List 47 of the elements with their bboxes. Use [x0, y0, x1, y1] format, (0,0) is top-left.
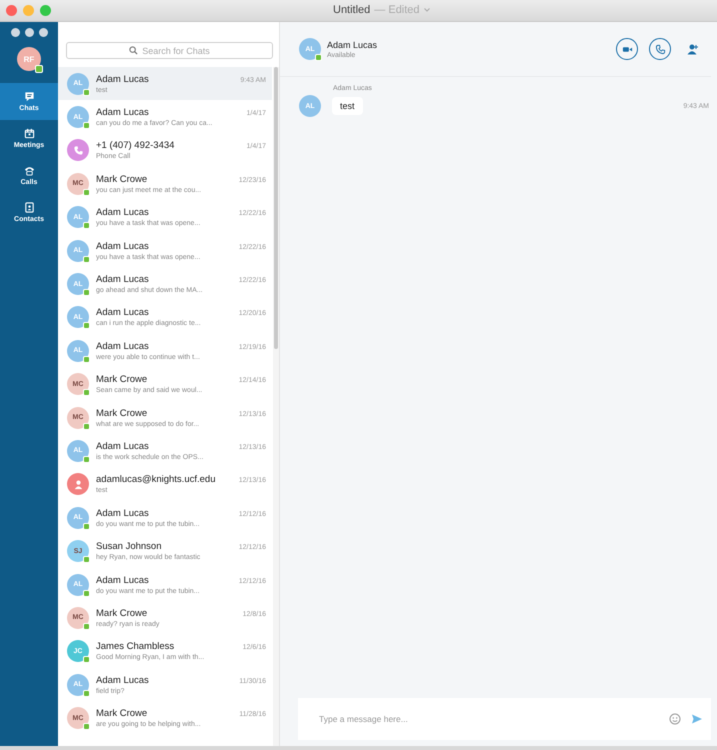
close-window-button[interactable]	[6, 5, 17, 16]
contact-name: Mark Crowe	[96, 174, 148, 185]
contact-name: James Chambless	[96, 641, 174, 652]
contact-name: Adam Lucas	[96, 307, 149, 318]
contact-name: Adam Lucas	[96, 508, 149, 519]
phone-icon	[654, 44, 666, 54]
phone-icon	[72, 144, 84, 156]
document-status: — Edited	[374, 4, 420, 16]
emoji-button[interactable]	[669, 713, 681, 725]
person-icon	[72, 478, 84, 490]
contact-name: Mark Crowe	[96, 608, 148, 619]
calendar-icon	[24, 128, 34, 139]
menu-dot[interactable]	[24, 28, 34, 37]
message-bubble: test	[332, 97, 363, 115]
search-icon	[129, 46, 138, 55]
contact-name: Adam Lucas	[96, 574, 149, 586]
menu-dot[interactable]	[10, 28, 20, 37]
contact-name: Mark Crowe	[96, 708, 148, 720]
contact-name: Adam Lucas	[96, 274, 149, 286]
contact-name: Mark Crowe	[96, 408, 148, 419]
contact-card-icon	[24, 202, 34, 213]
send-icon	[691, 713, 703, 725]
caret-icon[interactable]	[424, 8, 430, 12]
video-call-button[interactable]	[616, 38, 638, 60]
contact-name: +1 (407) 492-3434	[96, 140, 174, 152]
contact-name: adamlucas@knights.ucf.edu	[96, 474, 216, 486]
contact-name: Susan Johnson	[96, 541, 162, 552]
contact-name: Mark Crowe	[96, 374, 148, 386]
scrollbar[interactable]	[273, 67, 279, 746]
send-button[interactable]	[691, 713, 703, 725]
contact-name: Adam Lucas	[96, 674, 149, 686]
contact-name: Adam Lucas	[96, 207, 149, 218]
contact-name: Adam Lucas	[96, 74, 149, 85]
contact-name: Adam Lucas	[96, 107, 149, 118]
chat-icon	[24, 91, 34, 102]
zoom-window-button[interactable]	[40, 5, 51, 16]
contact-name: Adam Lucas	[327, 40, 378, 50]
window-title: Untitled	[333, 4, 370, 16]
contact-name: Adam Lucas	[96, 340, 149, 352]
search-placeholder: Search for Chats	[142, 46, 210, 56]
contact-name: Adam Lucas	[96, 240, 149, 252]
phone-icon	[24, 165, 34, 176]
smiley-icon	[669, 713, 681, 725]
contact-name: Adam Lucas	[96, 440, 149, 452]
menu-dot[interactable]	[38, 28, 48, 37]
audio-call-button[interactable]	[649, 38, 671, 60]
add-person-icon[interactable]	[687, 44, 699, 54]
